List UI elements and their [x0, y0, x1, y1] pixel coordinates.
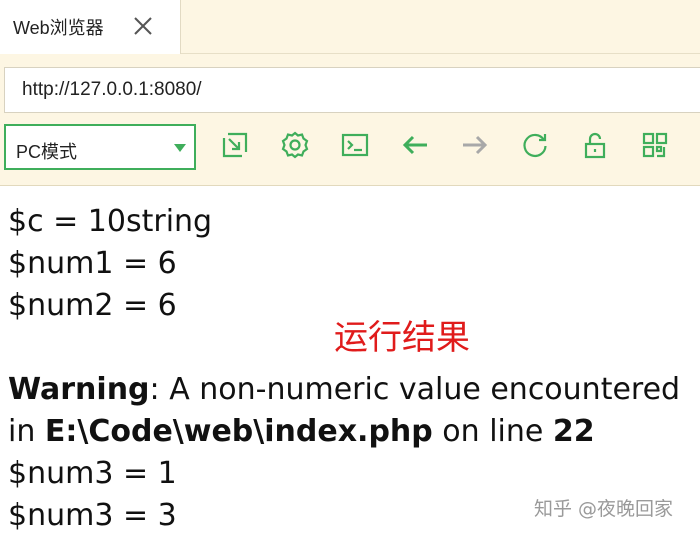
- output-line: $c = 10string: [8, 204, 213, 239]
- chevron-down-icon: [174, 144, 186, 152]
- tab-strip: Web浏览器: [0, 0, 700, 54]
- address-input[interactable]: http://127.0.0.1:8080/: [4, 67, 700, 113]
- output-line: $num1 = 6: [8, 246, 177, 281]
- arrow-right-icon: [463, 135, 488, 155]
- console-button[interactable]: [340, 130, 370, 160]
- watermark: 知乎 @夜晚回家: [534, 498, 674, 520]
- lock-button[interactable]: [580, 130, 610, 160]
- address-row: http://127.0.0.1:8080/: [0, 54, 700, 120]
- gear-icon: [281, 131, 309, 159]
- refresh-button[interactable]: [520, 130, 550, 160]
- result-annotation: 运行结果: [334, 318, 470, 358]
- qr-code-icon: [642, 132, 668, 158]
- warning-line-number: 22: [552, 414, 595, 449]
- arrow-left-icon: [402, 135, 427, 155]
- toolbar: PC模式: [0, 120, 700, 186]
- unlock-icon: [584, 132, 606, 159]
- external-open-icon: [222, 132, 248, 158]
- qr-button[interactable]: [640, 130, 670, 160]
- forward-button[interactable]: [460, 130, 490, 160]
- warning-in: in: [8, 414, 45, 449]
- mode-select[interactable]: PC模式: [4, 124, 196, 170]
- warning-online: on line: [432, 414, 553, 449]
- page-output: $c = 10string $num1 = 6 $num2 = 6 Warnin…: [8, 201, 698, 537]
- address-url: http://127.0.0.1:8080/: [22, 79, 202, 100]
- warning-label: Warning: [8, 372, 150, 407]
- tab-title: Web浏览器: [13, 18, 104, 38]
- terminal-icon: [341, 133, 369, 157]
- close-icon[interactable]: [132, 15, 154, 37]
- tab-active[interactable]: Web浏览器: [0, 0, 181, 54]
- refresh-icon: [523, 133, 547, 158]
- warning-line: Warning: A non-numeric value encountered: [8, 369, 698, 411]
- mode-select-value: PC模式: [16, 142, 78, 162]
- output-line: $num3 = 1: [8, 456, 177, 491]
- back-button[interactable]: [400, 130, 430, 160]
- open-external-button[interactable]: [220, 130, 250, 160]
- warning-message: : A non-numeric value encountered: [149, 372, 681, 407]
- warning-file: E:\Code\web\index.php: [44, 414, 433, 449]
- warning-location: in E:\Code\web\index.php on line 22: [8, 411, 698, 453]
- settings-button[interactable]: [280, 130, 310, 160]
